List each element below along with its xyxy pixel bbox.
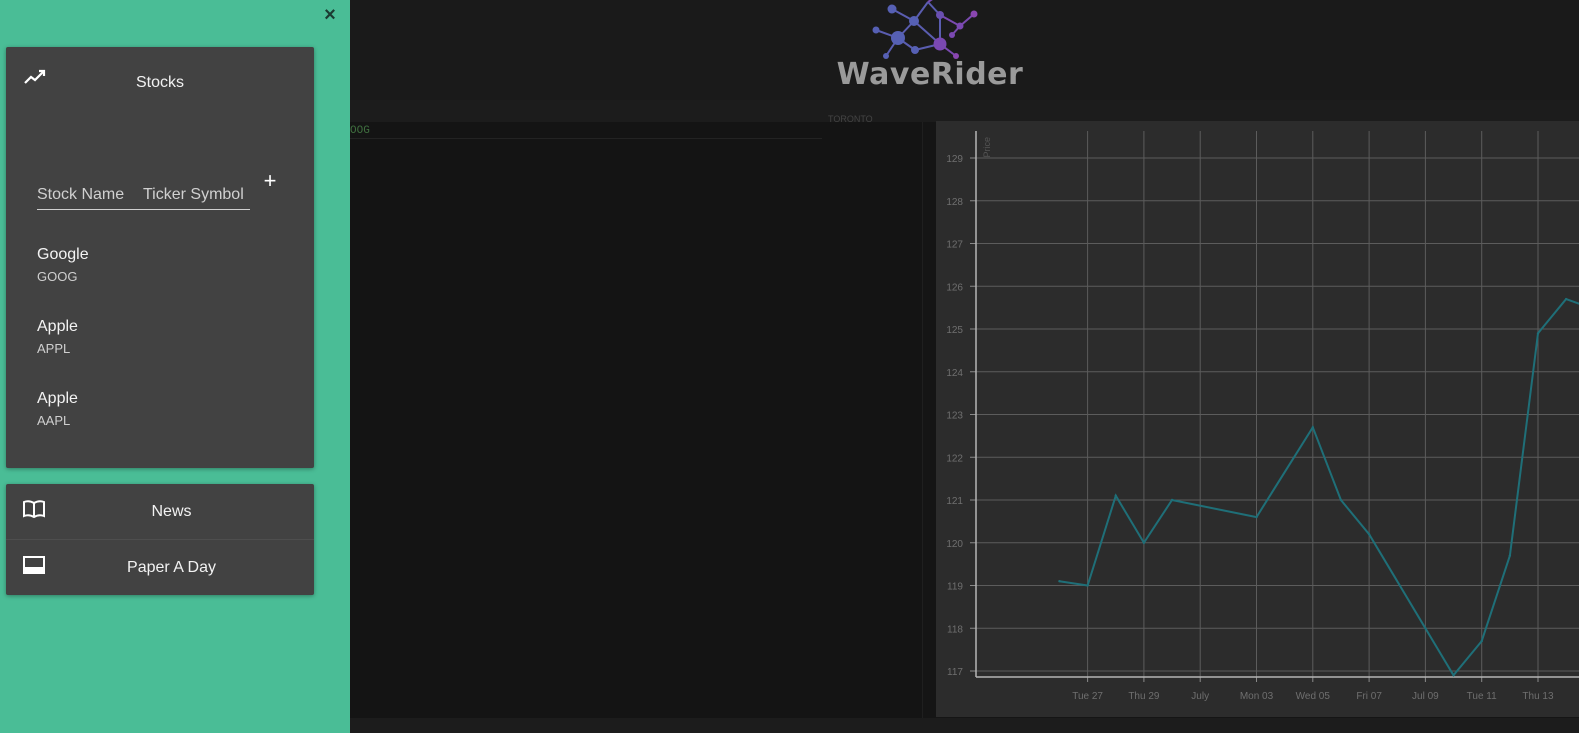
price-point: [1480, 639, 1483, 643]
y-tick-label: 123: [946, 411, 963, 422]
stock-name: Google: [37, 246, 89, 263]
x-tick-label: Fri 07: [1356, 691, 1382, 702]
sidebar: × Stocks + Google GOOG Apple APPL Apple: [0, 0, 350, 733]
stock-list-item[interactable]: Google GOOG: [37, 245, 287, 297]
app-root: WaveRider OOG TORONTO 117 118 119 120 121 122…: [0, 0, 1579, 733]
price-point: [1255, 515, 1258, 519]
price-point: [1367, 533, 1371, 536]
x-tick-label: Wed 05: [1296, 691, 1331, 702]
y-tick-label: 125: [946, 325, 963, 336]
y-tick-label: 129: [946, 154, 963, 165]
stock-symbol: AAPL: [37, 413, 71, 428]
x-tick-label: July: [1191, 691, 1209, 702]
y-tick-label: 119: [947, 582, 963, 593]
price-point: [1536, 332, 1540, 335]
x-tick-label: Thu 13: [1522, 691, 1554, 702]
stock-list-item[interactable]: Apple AAPL: [37, 389, 287, 441]
main-content: OOG: [350, 122, 922, 718]
bottom-strip: [350, 718, 1579, 733]
price-series-line: [1059, 297, 1579, 678]
ticker-tab[interactable]: OOG: [350, 125, 370, 137]
price-point: [1424, 627, 1427, 630]
y-axis-label: Price: [982, 137, 992, 158]
menu-item-news[interactable]: News: [6, 484, 314, 539]
network-logo-icon: [872, 0, 978, 59]
y-tick-label: 124: [946, 368, 963, 379]
price-point: [1114, 494, 1117, 497]
menu-item-paper-a-day[interactable]: Paper A Day: [6, 539, 314, 594]
close-icon[interactable]: ×: [320, 4, 340, 26]
chart-panel: 117 118 119 120 121 122 123 124 125 126 127 128 129 T…: [936, 121, 1579, 717]
nav-menu: News Paper A Day: [6, 484, 314, 595]
stock-list-item[interactable]: Apple APPL: [37, 317, 287, 369]
toolbar-strip: [350, 100, 1579, 122]
stock-name: Apple: [37, 390, 78, 407]
menu-label: News: [151, 503, 192, 520]
x-tick-label: Mon 03: [1240, 691, 1274, 702]
y-tick-label: 128: [946, 197, 963, 208]
price-point: [1339, 498, 1343, 502]
y-tick-label: 117: [947, 667, 963, 678]
stock-name-input[interactable]: [37, 183, 143, 207]
add-stock-button[interactable]: +: [260, 170, 280, 192]
price-point: [1564, 297, 1568, 301]
stock-symbol: APPL: [37, 341, 71, 356]
price-point: [1452, 674, 1455, 677]
stock-name: Apple: [37, 318, 78, 335]
x-tick-label: Jul 09: [1412, 691, 1439, 702]
x-tick-label: Thu 29: [1128, 691, 1160, 702]
add-stock-form: [37, 183, 250, 210]
tab-underline: [350, 138, 822, 139]
price-point: [1142, 541, 1146, 544]
menu-label: Paper A Day: [127, 559, 216, 576]
y-tick-label: 121: [946, 496, 963, 507]
stocks-title: Stocks: [135, 74, 184, 91]
y-tick-label: 118: [947, 624, 963, 635]
price-point: [1170, 498, 1174, 502]
ticker-symbol-input[interactable]: [143, 183, 250, 207]
stocks-card: Stocks + Google GOOG Apple APPL Apple AA…: [6, 47, 314, 468]
y-tick-label: 126: [946, 282, 963, 293]
x-tick-label: Tue 27: [1072, 691, 1103, 702]
price-chart[interactable]: 117 118 119 120 121 122 123 124 125 126 127 128 129 T…: [936, 121, 1579, 717]
panel-divider: [922, 122, 923, 718]
y-tick-label: 120: [946, 539, 963, 550]
price-point: [1086, 584, 1089, 587]
y-tick-label: 127: [946, 240, 963, 251]
x-tick-label: Tue 11: [1467, 691, 1497, 702]
price-point: [1058, 580, 1061, 583]
faint-label: TORONTO: [828, 114, 873, 124]
stock-symbol: GOOG: [37, 269, 78, 284]
y-tick-label: 122: [946, 453, 963, 464]
price-point: [1311, 426, 1314, 429]
price-point: [1508, 554, 1512, 557]
